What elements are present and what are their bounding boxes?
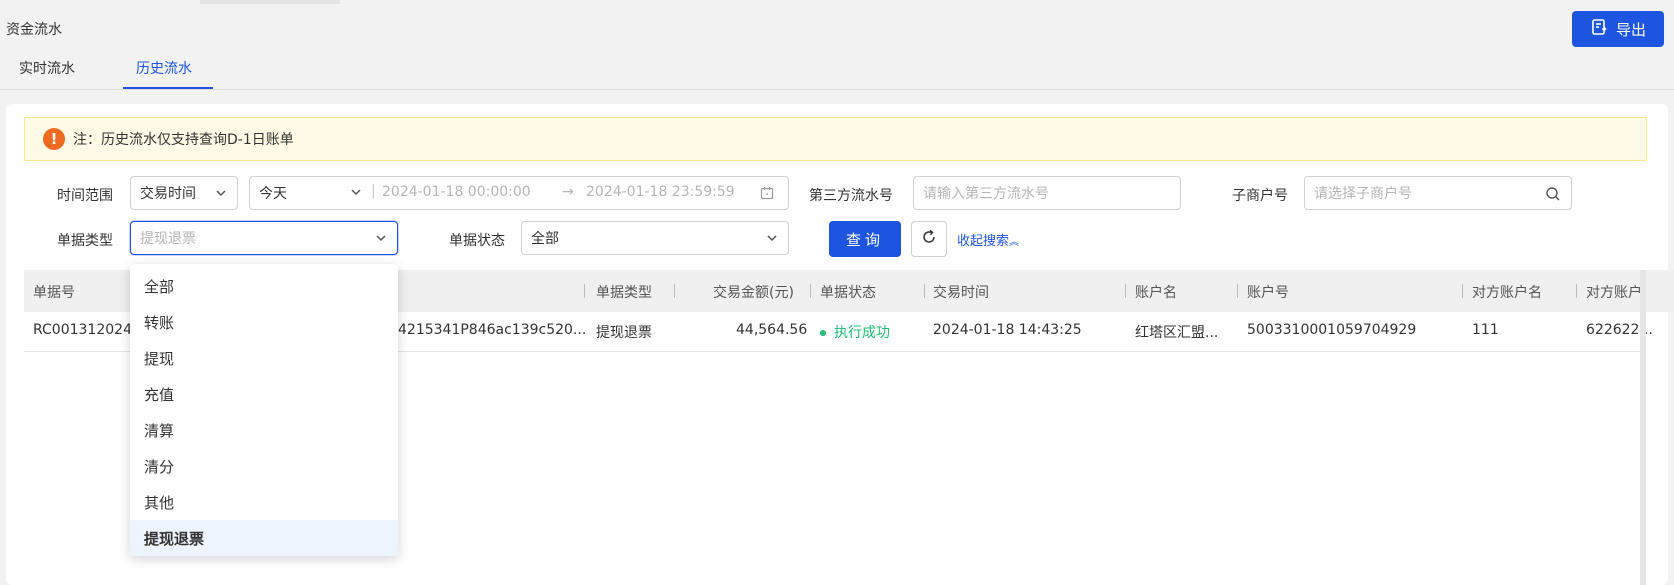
time-type-value: 交易时间 — [140, 186, 196, 202]
date-range-picker[interactable]: 今天 | 2024-01-18 00:00:00 → 2024-01-18 23… — [249, 176, 789, 210]
collapse-search-link[interactable]: 收起搜索︽ — [957, 230, 1019, 249]
warning-icon: ! — [43, 128, 65, 150]
dropdown-option-selected[interactable]: 提现退票 — [130, 520, 398, 556]
tab-bar: 实时流水 历史流水 — [0, 52, 1674, 90]
doc-status-value: 全部 — [531, 231, 559, 247]
dropdown-option[interactable]: 提现 — [130, 340, 398, 376]
column-header-account-no: 账户号 — [1247, 285, 1289, 301]
end-datetime[interactable]: 2024-01-18 23:59:59 — [586, 184, 735, 200]
column-header-doc-type: 单据类型 — [596, 285, 652, 301]
dropdown-option[interactable]: 其他 — [130, 484, 398, 520]
start-datetime[interactable]: 2024-01-18 00:00:00 — [382, 184, 531, 200]
third-party-input[interactable]: 请输入第三方流水号 — [913, 176, 1181, 210]
chevron-down-icon — [215, 187, 227, 199]
column-divider — [1576, 284, 1577, 298]
doc-type-label: 单据类型 — [57, 233, 113, 249]
column-header-doc-no: 单据号 — [33, 285, 75, 301]
doc-type-dropdown: 全部 转账 提现 充值 清算 清分 其他 提现退票 — [130, 264, 398, 556]
status-dot-icon — [820, 330, 826, 336]
column-header-account-name: 账户名 — [1135, 285, 1177, 301]
column-divider — [810, 284, 811, 298]
time-preset-value: 今天 — [259, 186, 287, 202]
export-button[interactable]: 导出 — [1572, 11, 1664, 47]
third-party-label: 第三方流水号 — [809, 188, 893, 204]
dropdown-option[interactable]: 清算 — [130, 412, 398, 448]
column-divider — [1125, 284, 1126, 298]
column-divider — [674, 284, 675, 298]
notice-text: 注：历史流水仅支持查询D-1日账单 — [73, 132, 294, 148]
range-arrow-icon: → — [562, 184, 574, 200]
column-header-amount: 交易金额(元) — [713, 285, 794, 301]
notice-banner: ! 注：历史流水仅支持查询D-1日账单 — [24, 117, 1647, 161]
search-icon — [1545, 186, 1561, 206]
refresh-button[interactable] — [911, 221, 947, 257]
tab-realtime[interactable]: 实时流水 — [19, 58, 75, 78]
dropdown-option[interactable]: 全部 — [130, 268, 398, 304]
page-title: 资金流水 — [6, 22, 62, 38]
chevron-down-icon — [350, 186, 362, 198]
column-header-counter-name: 对方账户名 — [1472, 285, 1542, 301]
chevron-down-icon — [766, 232, 778, 244]
third-party-placeholder: 请输入第三方流水号 — [923, 186, 1049, 202]
collapse-label: 收起搜索 — [957, 234, 1010, 249]
export-icon — [1590, 18, 1608, 40]
doc-type-value: 提现退票 — [140, 231, 196, 247]
column-divider — [924, 284, 925, 298]
sub-merchant-select[interactable]: 请选择子商户号 — [1304, 176, 1572, 210]
cell-time: 2024-01-18 14:43:25 — [933, 322, 1082, 338]
refresh-icon — [920, 228, 938, 250]
cell-third-party-no: 4215341P846ac139c520... — [398, 322, 587, 338]
cell-status: 执行成功 — [820, 322, 890, 342]
doc-type-select[interactable]: 提现退票 — [130, 221, 398, 255]
sub-merchant-label: 子商户号 — [1232, 188, 1288, 204]
cell-doc-type: 提现退票 — [596, 325, 652, 341]
cell-counter-name: 111 — [1472, 322, 1499, 338]
cell-doc-no: RC0013120240 — [33, 322, 141, 338]
cell-account-no: 5003310001059704929 — [1247, 322, 1417, 338]
column-divider — [584, 284, 585, 298]
column-divider — [1462, 284, 1463, 298]
column-header-counter-account: 对方账户 — [1586, 285, 1642, 301]
cell-amount: 44,564.56 — [736, 322, 808, 338]
dropdown-option[interactable]: 清分 — [130, 448, 398, 484]
sub-merchant-placeholder: 请选择子商户号 — [1314, 186, 1412, 202]
top-strip — [200, 0, 340, 4]
time-range-label: 时间范围 — [57, 188, 113, 204]
dropdown-option[interactable]: 充值 — [130, 376, 398, 412]
chevron-down-icon — [375, 232, 387, 244]
dropdown-option[interactable]: 转账 — [130, 304, 398, 340]
column-divider — [1237, 284, 1238, 298]
tab-history[interactable]: 历史流水 — [136, 58, 192, 78]
cell-account-name: 红塔区汇盟... — [1135, 325, 1219, 341]
column-header-time: 交易时间 — [933, 285, 989, 301]
status-text: 执行成功 — [834, 325, 890, 341]
doc-status-select[interactable]: 全部 — [521, 221, 789, 255]
query-button[interactable]: 查询 — [829, 221, 901, 257]
export-label: 导出 — [1615, 20, 1646, 39]
active-tab-indicator — [123, 87, 213, 89]
calendar-icon — [760, 186, 774, 204]
doc-status-label: 单据状态 — [449, 233, 505, 249]
double-chevron-up-icon: ︽ — [1009, 237, 1020, 248]
vertical-scrollbar[interactable] — [1640, 270, 1646, 585]
range-divider: | — [371, 183, 376, 199]
time-type-select[interactable]: 交易时间 — [130, 176, 238, 210]
column-header-status: 单据状态 — [820, 285, 876, 301]
